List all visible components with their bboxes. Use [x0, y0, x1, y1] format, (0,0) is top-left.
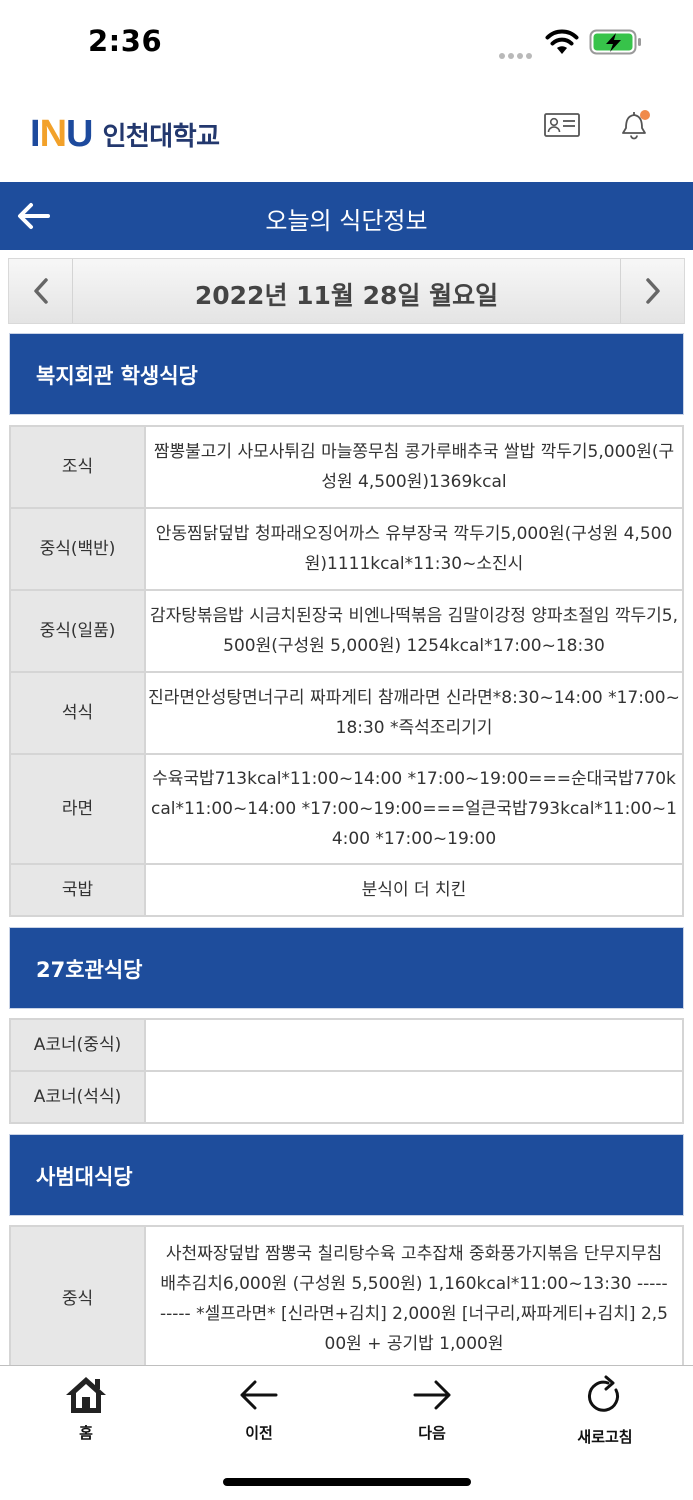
- cafeteria-section-header: 27호관식당: [9, 927, 684, 1009]
- home-indicator: [223, 1478, 471, 1486]
- meal-menu: 수육국밥713kcal*11:00~14:00 *17:00~19:00===순…: [144, 753, 684, 865]
- meal-menu: 진라면안성탕면너구리 짜파게티 참깨라면 신라면*8:30~14:00 *17:…: [144, 671, 684, 755]
- menu-table: 조식 짬뽕불고기 사모사튀김 마늘쫑무침 콩가루배추국 쌀밥 깍두기5,000원…: [9, 425, 684, 917]
- table-row: 석식 진라면안성탕면너구리 짜파게티 참깨라면 신라면*8:30~14:00 *…: [9, 671, 684, 755]
- status-bar: 2:36: [0, 0, 693, 82]
- arrow-right-icon: [413, 1380, 451, 1410]
- meal-label: A코너(석식): [9, 1070, 146, 1124]
- table-row: 조식 짬뽕불고기 사모사튀김 마늘쫑무침 콩가루배추국 쌀밥 깍두기5,000원…: [9, 425, 684, 509]
- nav-home-label: 홈: [79, 1424, 93, 1442]
- cafeteria-section-header: 복지회관 학생식당: [9, 333, 684, 415]
- logo-text: 인천대학교: [102, 121, 220, 152]
- menu-table: A코너(중식) A코너(석식): [9, 1018, 684, 1124]
- table-row: A코너(석식): [9, 1070, 684, 1124]
- chevron-right-icon: [645, 278, 660, 304]
- status-time: 2:36: [88, 24, 163, 58]
- table-row: A코너(중식): [9, 1018, 684, 1072]
- nav-refresh-label: 새로고침: [577, 1428, 633, 1446]
- meal-label: 중식(일품): [9, 589, 146, 673]
- meal-menu: [144, 1070, 684, 1124]
- next-date-button[interactable]: [620, 259, 684, 323]
- meal-label: A코너(중식): [9, 1018, 146, 1072]
- date-navigator: 2022년 11월 28일 월요일: [8, 258, 685, 324]
- title-bar: 오늘의 식단정보: [0, 182, 693, 250]
- cafeteria-name: 복지회관 학생식당: [36, 364, 198, 388]
- wifi-icon: [545, 29, 579, 54]
- meal-menu: [144, 1018, 684, 1072]
- battery-charging-icon: [589, 29, 641, 55]
- meal-label: 국밥: [9, 863, 146, 917]
- chevron-left-icon: [33, 278, 48, 304]
- meal-menu: 사천짜장덮밥 짬뽕국 칠리탕수육 고추잡채 중화풍가지볶음 단무지무침 배추김치…: [144, 1225, 684, 1373]
- meal-label: 석식: [9, 671, 146, 755]
- meal-label: 조식: [9, 425, 146, 509]
- nav-next-label: 다음: [418, 1424, 446, 1442]
- refresh-icon: [588, 1375, 619, 1412]
- page-title: 오늘의 식단정보: [265, 207, 428, 235]
- cafeteria-name: 27호관식당: [36, 958, 143, 982]
- nav-home-button[interactable]: 홈: [26, 1374, 146, 1443]
- nav-prev-label: 이전: [245, 1424, 273, 1442]
- table-row: 국밥 분식이 더 치킨: [9, 863, 684, 917]
- table-row: 라면 수육국밥713kcal*11:00~14:00 *17:00~19:00=…: [9, 753, 684, 865]
- cafeteria-section-header: 사범대식당: [9, 1134, 684, 1216]
- table-row: 중식(백반) 안동찜닭덮밥 청파래오징어까스 유부장국 깍두기5,000원(구성…: [9, 507, 684, 591]
- meal-label: 라면: [9, 753, 146, 865]
- meal-menu: 안동찜닭덮밥 청파래오징어까스 유부장국 깍두기5,000원(구성원 4,500…: [144, 507, 684, 591]
- nav-refresh-button[interactable]: 새로고침: [545, 1374, 665, 1447]
- nav-prev-button[interactable]: 이전: [199, 1374, 319, 1443]
- table-row: 중식(일품) 감자탕볶음밥 시금치된장국 비엔나떡볶음 김말이강정 양파초절임 …: [9, 589, 684, 673]
- meal-menu: 분식이 더 치킨: [144, 863, 684, 917]
- logo-mark: INU: [30, 112, 93, 155]
- table-row: 중식 사천짜장덮밥 짬뽕국 칠리탕수육 고추잡채 중화풍가지볶음 단무지무침 배…: [9, 1225, 684, 1373]
- cafeteria-name: 사범대식당: [36, 1165, 133, 1189]
- cellular-signal-icon: [499, 44, 535, 63]
- nav-next-button[interactable]: 다음: [372, 1374, 492, 1443]
- university-logo[interactable]: INU 인천대학교: [30, 112, 220, 156]
- previous-date-button[interactable]: [9, 259, 73, 323]
- meal-menu: 짬뽕불고기 사모사튀김 마늘쫑무침 콩가루배추국 쌀밥 깍두기5,000원(구성…: [144, 425, 684, 509]
- app-header: INU 인천대학교: [0, 82, 693, 182]
- meal-menu: 감자탕볶음밥 시금치된장국 비엔나떡볶음 김말이강정 양파초절임 깍두기5,50…: [144, 589, 684, 673]
- current-date: 2022년 11월 28일 월요일: [194, 281, 499, 310]
- id-card-icon[interactable]: [544, 112, 580, 140]
- arrow-left-icon: [240, 1380, 278, 1410]
- menu-table: 중식 사천짜장덮밥 짬뽕국 칠리탕수육 고추잡채 중화풍가지볶음 단무지무침 배…: [9, 1225, 684, 1373]
- home-icon: [66, 1377, 106, 1413]
- bell-icon[interactable]: [618, 106, 654, 142]
- meal-label: 중식(백반): [9, 507, 146, 591]
- meal-label: 중식: [9, 1225, 146, 1373]
